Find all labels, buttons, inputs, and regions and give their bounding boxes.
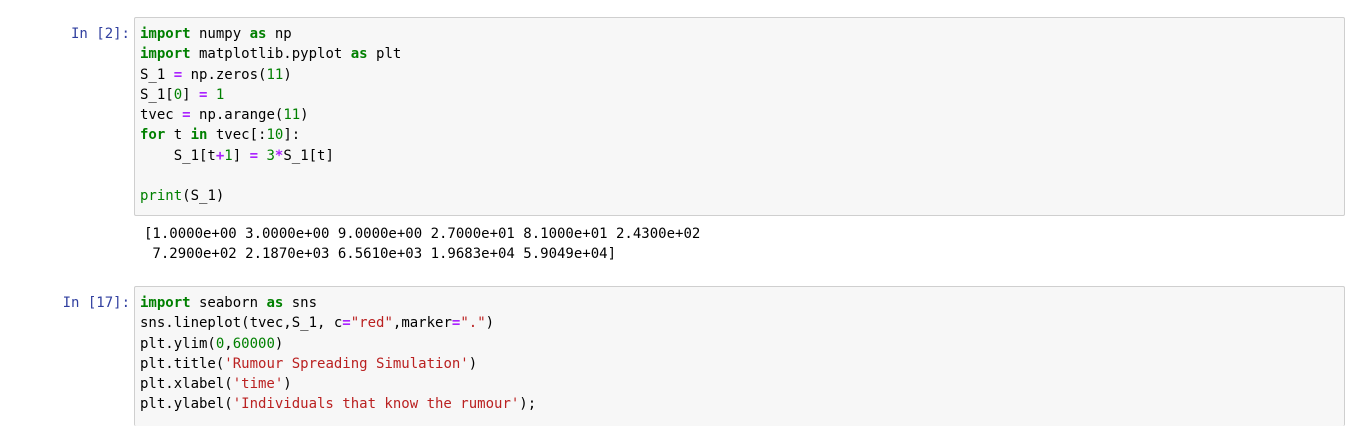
code-token: plt.xlabel( <box>140 376 233 393</box>
code-text-1[interactable]: import numpy as np import matplotlib.pypl… <box>135 18 1344 207</box>
code-token: 11 <box>266 66 284 83</box>
code-token: = <box>249 147 259 164</box>
code-token: sns <box>283 295 318 311</box>
code-token: import <box>140 295 191 311</box>
code-line: tvec = np.arange(11) <box>140 105 1344 125</box>
code-token: for <box>140 127 166 144</box>
code-token: as <box>350 46 368 63</box>
code-line: import seaborn as sns <box>140 293 1344 313</box>
code-token: ) <box>283 376 292 393</box>
code-token: np <box>266 26 292 42</box>
code-line: sns.lineplot(tvec,S_1, c="red",marker=".… <box>140 313 1344 333</box>
code-token: numpy <box>190 26 250 42</box>
output-text-1: [1.0000e+00 3.0000e+00 9.0000e+00 2.7000… <box>144 226 701 262</box>
code-token: 1 <box>224 147 233 164</box>
code-token: 60000 <box>232 335 275 352</box>
code-token: S_1[t <box>140 147 216 164</box>
input-prompt-1: In [2]: <box>70 26 130 42</box>
input-prompt-2: In [17]: <box>62 295 130 311</box>
code-token: tvec[: <box>207 127 267 144</box>
code-token: ) <box>468 355 478 372</box>
code-line: print(S_1) <box>140 186 1344 206</box>
code-token: in <box>190 127 208 144</box>
code-token: ]: <box>283 127 301 144</box>
code-token: 'time' <box>232 376 284 393</box>
code-line: import matplotlib.pyplot as plt <box>140 44 1344 64</box>
code-token: t <box>165 127 191 144</box>
code-token: , <box>224 335 233 352</box>
code-token: = <box>182 107 191 124</box>
code-token: matplotlib.pyplot <box>190 46 351 63</box>
code-token: = <box>173 66 183 83</box>
code-token: 'Individuals that know the rumour' <box>232 396 520 413</box>
code-token: ,marker <box>392 315 452 332</box>
code-editor-2[interactable]: import seaborn as sns sns.lineplot(tvec,S… <box>134 286 1345 426</box>
code-token: ] <box>182 86 200 103</box>
code-line: plt.ylim(0,60000) <box>140 334 1344 354</box>
code-token: ] <box>232 147 250 164</box>
code-token: seaborn <box>190 295 267 311</box>
code-token: 3 <box>266 147 275 164</box>
code-token: np.arange( <box>190 107 284 124</box>
code-token: as <box>249 26 267 42</box>
code-line: S_1[0] = 1 <box>140 85 1344 105</box>
code-line: plt.ylabel('Individuals that know the ru… <box>140 394 1344 414</box>
code-token: ) <box>274 335 284 352</box>
code-token: 11 <box>283 107 301 124</box>
code-token: 1 <box>215 86 225 103</box>
code-token: np.zeros( <box>182 66 267 83</box>
code-token: tvec <box>140 107 183 124</box>
code-token: "red" <box>350 315 393 332</box>
code-token: 0 <box>173 86 183 103</box>
code-token: plt.ylim( <box>140 335 216 352</box>
code-token: ) <box>300 107 309 124</box>
code-editor-1[interactable]: import numpy as np import matplotlib.pypl… <box>134 17 1345 216</box>
code-line: plt.title('Rumour Spreading Simulation') <box>140 354 1344 374</box>
code-line: import numpy as np <box>140 24 1344 44</box>
code-text-2[interactable]: import seaborn as sns sns.lineplot(tvec,S… <box>135 287 1344 415</box>
code-token: ); <box>519 396 537 413</box>
code-token: S_1 <box>140 66 174 83</box>
code-token: "." <box>460 315 486 332</box>
code-line: S_1 = np.zeros(11) <box>140 65 1344 85</box>
code-line: plt.xlabel('time') <box>140 374 1344 394</box>
code-token: = <box>342 315 351 332</box>
code-token: S_1[t] <box>283 147 334 164</box>
code-line: for t in tvec[:10]: <box>140 125 1344 145</box>
code-token: ) <box>283 66 292 83</box>
code-token: (S_1) <box>182 188 225 205</box>
code-token: ) <box>485 315 495 332</box>
code-token: plt.ylabel( <box>140 396 233 413</box>
code-token: S_1[ <box>140 86 174 103</box>
code-token: plt <box>367 46 402 63</box>
code-token: as <box>266 295 284 311</box>
code-token: print <box>140 188 183 205</box>
code-token: plt.title( <box>140 355 225 372</box>
code-token: 'Rumour Spreading Simulation' <box>224 355 469 372</box>
code-token: sns.lineplot(tvec,S_1, c <box>140 315 343 332</box>
code-token: import <box>140 26 191 42</box>
code-token: 10 <box>266 127 284 144</box>
code-line: S_1[t+1] = 3*S_1[t] <box>140 146 1344 166</box>
code-token: import <box>140 46 191 63</box>
cell-selection-bar <box>0 0 4 426</box>
